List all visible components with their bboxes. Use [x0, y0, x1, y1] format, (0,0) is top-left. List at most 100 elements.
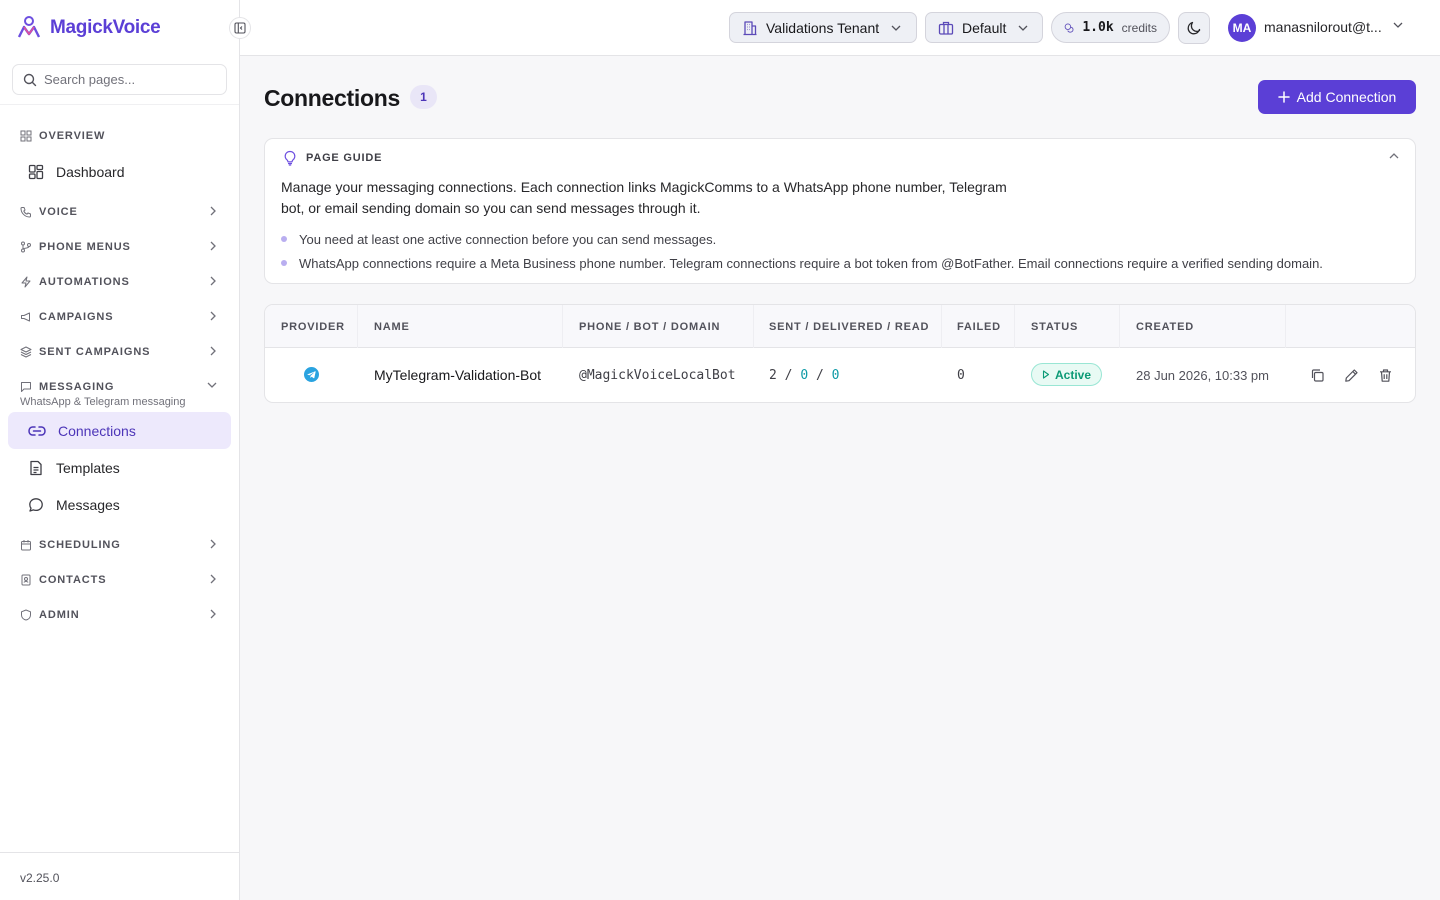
delivered-count: 0	[800, 368, 809, 383]
sidebar-item-templates[interactable]: Templates	[8, 449, 231, 486]
pencil-icon	[1344, 368, 1358, 382]
tenant-name: Validations Tenant	[766, 19, 880, 36]
bolt-icon	[21, 276, 31, 287]
edit-button[interactable]	[1342, 366, 1360, 384]
table-header: PROVIDER NAME PHONE / BOT / DOMAIN SENT …	[265, 305, 1415, 348]
chevron-right-icon	[210, 311, 216, 321]
column-header-created: CREATED	[1136, 321, 1194, 333]
topbar: Validations Tenant Default 1.0k credits …	[240, 0, 1440, 56]
section-admin[interactable]: ADMIN	[0, 597, 239, 632]
column-separator	[1285, 305, 1286, 348]
connections-table: PROVIDER NAME PHONE / BOT / DOMAIN SENT …	[264, 304, 1416, 403]
guide-tip-text: WhatsApp connections require a Meta Busi…	[299, 255, 1323, 271]
count-badge: 1	[410, 85, 437, 109]
page-guide: PAGE GUIDE Manage your messaging connect…	[264, 138, 1416, 284]
avatar[interactable]: MA	[1228, 14, 1256, 42]
column-separator	[562, 305, 563, 348]
chevron-right-icon	[210, 609, 216, 619]
chevron-right-icon	[210, 539, 216, 549]
read-count: 0	[831, 368, 840, 383]
plus-icon	[1277, 91, 1290, 103]
sidebar-nav: OVERVIEW Dashboard VOICE PHONE MENUS AUT…	[0, 118, 239, 632]
workspace-select[interactable]: Default	[925, 12, 1043, 43]
copy-button[interactable]	[1308, 366, 1326, 384]
chevron-up-icon[interactable]	[1389, 152, 1399, 160]
page-title: Connections	[264, 85, 400, 111]
column-header-stats: SENT / DELIVERED / READ	[769, 321, 930, 333]
play-icon	[1042, 370, 1050, 379]
guide-tip-text: You need at least one active connection …	[299, 231, 717, 247]
section-campaigns[interactable]: CAMPAIGNS	[0, 299, 239, 334]
file-text-icon	[30, 460, 42, 475]
column-separator	[941, 305, 942, 348]
chevron-down-icon[interactable]	[1393, 21, 1403, 29]
column-separator	[1119, 305, 1120, 348]
search-input[interactable]	[44, 72, 214, 87]
section-sent-campaigns[interactable]: SENT CAMPAIGNS	[0, 334, 239, 369]
add-connection-label: Add Connection	[1296, 89, 1397, 105]
telegram-icon	[304, 367, 319, 382]
bullet-dot	[281, 260, 287, 266]
phone-icon	[20, 206, 31, 218]
credits-value: 1.0k	[1082, 20, 1114, 35]
section-voice[interactable]: VOICE	[0, 194, 239, 229]
column-separator	[753, 305, 754, 348]
section-overview[interactable]: OVERVIEW	[0, 118, 239, 153]
lightbulb-icon	[284, 150, 296, 166]
status-label: Active	[1055, 367, 1092, 382]
column-header-handle: PHONE / BOT / DOMAIN	[579, 321, 721, 333]
section-contacts[interactable]: CONTACTS	[0, 562, 239, 597]
add-connection-button[interactable]: Add Connection	[1258, 80, 1416, 114]
credits-unit: credits	[1121, 20, 1157, 35]
theme-toggle-button[interactable]	[1178, 12, 1210, 44]
moon-icon	[1187, 21, 1201, 35]
brand[interactable]: MagickVoice	[16, 14, 161, 42]
sidebar-item-label: Templates	[56, 459, 120, 476]
credits-pill[interactable]: 1.0k credits	[1051, 12, 1170, 43]
message-circle-icon	[29, 497, 43, 512]
shield-icon	[21, 609, 31, 620]
sidebar-item-messages[interactable]: Messages	[8, 486, 231, 523]
sidebar-item-label: Connections	[58, 422, 136, 439]
delete-button[interactable]	[1376, 366, 1394, 384]
section-scheduling[interactable]: SCHEDULING	[0, 527, 239, 562]
connection-name: MyTelegram-Validation-Bot	[374, 367, 542, 383]
guide-tip: You need at least one active connection …	[281, 227, 1323, 251]
copy-icon	[1311, 368, 1324, 382]
sidebar-item-dashboard[interactable]: Dashboard	[8, 153, 231, 190]
link-icon	[28, 425, 46, 436]
divider	[0, 104, 239, 105]
collapse-sidebar-button[interactable]	[229, 17, 251, 39]
search-icon	[23, 73, 37, 86]
stat-separator: /	[784, 368, 793, 383]
failed-count: 0	[957, 368, 965, 383]
section-messaging[interactable]: MESSAGING	[0, 369, 239, 404]
chevron-down-icon	[1018, 25, 1028, 31]
section-label: SCHEDULING	[39, 538, 121, 551]
bullet-dot	[281, 236, 287, 242]
section-label: CAMPAIGNS	[39, 310, 114, 323]
megaphone-icon	[21, 312, 30, 321]
chevron-right-icon	[210, 346, 216, 356]
section-phone-menus[interactable]: PHONE MENUS	[0, 229, 239, 264]
branch-icon	[21, 241, 31, 252]
chevron-right-icon	[210, 574, 216, 584]
connection-handle: @MagickVoiceLocalBot	[579, 368, 736, 383]
message-square-icon	[21, 381, 31, 392]
sidebar-toggle-icon	[234, 22, 246, 34]
section-label: ADMIN	[39, 608, 80, 621]
guide-header[interactable]: PAGE GUIDE	[283, 150, 382, 166]
column-header-name: NAME	[374, 321, 410, 333]
sidebar-item-connections[interactable]: Connections	[8, 412, 231, 449]
column-separator	[1014, 305, 1015, 348]
stat-separator: /	[815, 368, 824, 383]
user-email[interactable]: manasnilorout@t...	[1264, 19, 1382, 35]
building-icon	[743, 20, 757, 35]
column-separator	[357, 305, 358, 348]
section-label: VOICE	[39, 205, 78, 218]
grid-icon	[20, 130, 32, 141]
sidebar-search[interactable]	[12, 64, 227, 95]
chevron-right-icon	[210, 241, 216, 251]
tenant-select[interactable]: Validations Tenant	[729, 12, 917, 43]
section-automations[interactable]: AUTOMATIONS	[0, 264, 239, 299]
